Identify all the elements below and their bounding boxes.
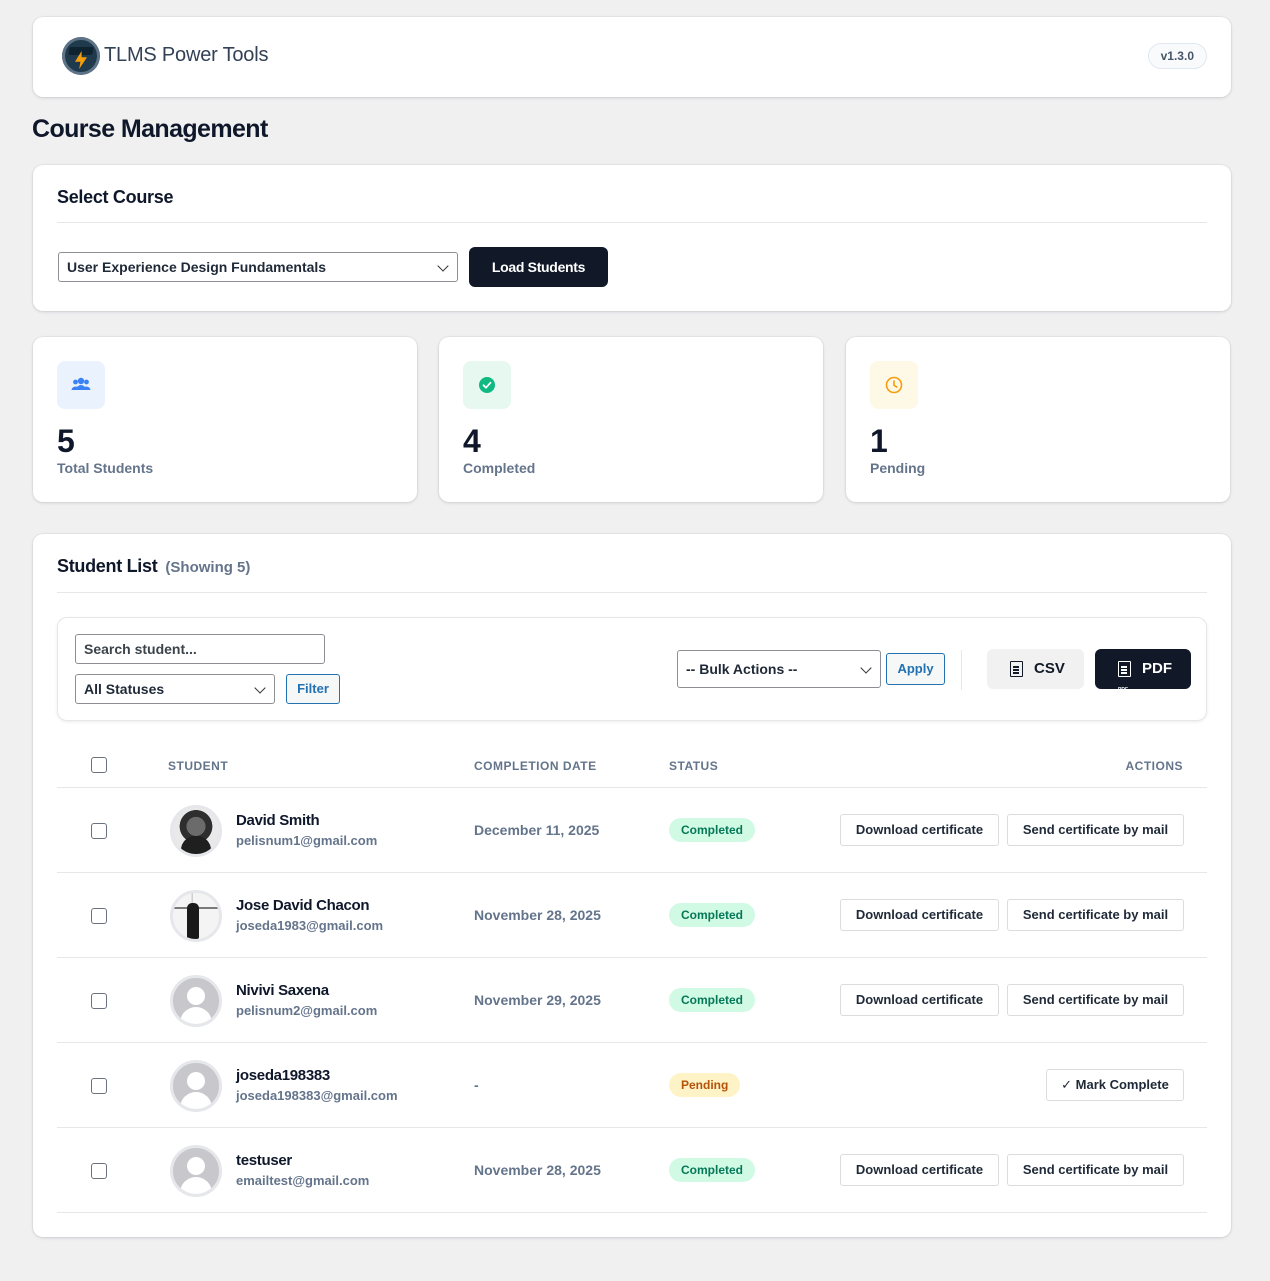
row-checkbox[interactable] (91, 1078, 107, 1094)
export-pdf-button[interactable]: PDF (1095, 649, 1191, 710)
status-filter-value: All Statuses (84, 681, 165, 697)
column-completion-date: COMPLETION DATE (474, 759, 597, 773)
send-certificate-mail-button[interactable]: Send certificate by mail (1007, 984, 1184, 1016)
avatar (170, 1145, 222, 1197)
completion-date: November 29, 2025 (474, 992, 601, 1008)
bulk-actions-value: -- Bulk Actions -- (686, 661, 798, 677)
table-row: Jose David Chacon joseda1983@gmail.com N… (57, 873, 1207, 958)
avatar (170, 805, 222, 857)
student-list-title: Student List (Showing 5) (57, 556, 250, 577)
course-select-value: User Experience Design Fundamentals (67, 259, 327, 275)
csv-label: CSV (1034, 660, 1065, 677)
student-name: Nivivi Saxena (236, 982, 329, 999)
stat-card-pending: 1 Pending (846, 337, 1230, 502)
csv-file-icon (1010, 661, 1023, 677)
column-actions: ACTIONS (1125, 759, 1183, 773)
student-list-heading: Student List (57, 556, 158, 576)
divider (57, 592, 1207, 593)
pending-value: 1 (870, 423, 888, 459)
student-name: Jose David Chacon (236, 897, 370, 914)
student-email: pelisnum1@gmail.com (236, 833, 378, 848)
table-row: joseda198383 joseda198383@gmail.com - Pe… (57, 1043, 1207, 1128)
load-students-button[interactable]: Load Students (469, 247, 608, 287)
divider (57, 222, 1207, 223)
row-checkbox[interactable] (91, 1163, 107, 1179)
stat-card-total: 5 Total Students (33, 337, 417, 502)
search-input[interactable]: Search student... (75, 634, 325, 664)
download-certificate-button[interactable]: Download certificate (840, 814, 999, 846)
page-title: Course Management (32, 115, 268, 143)
student-email: emailtest@gmail.com (236, 1173, 370, 1188)
select-all-checkbox[interactable] (91, 757, 107, 773)
completion-date: November 28, 2025 (474, 1162, 601, 1178)
total-students-label: Total Students (57, 460, 154, 476)
brand-name: TLMS Power Tools (104, 44, 269, 66)
avatar (170, 1060, 222, 1112)
toolbar-separator (961, 650, 962, 690)
student-name: David Smith (236, 812, 320, 829)
send-certificate-mail-button[interactable]: Send certificate by mail (1007, 814, 1184, 846)
column-student: STUDENT (168, 759, 229, 773)
list-toolbar: Search student... All Statuses Filter --… (57, 617, 1207, 721)
chevron-down-icon (437, 260, 449, 272)
send-certificate-mail-button[interactable]: Send certificate by mail (1007, 899, 1184, 931)
course-select[interactable]: User Experience Design Fundamentals (58, 252, 458, 282)
status-badge: Pending (669, 1073, 741, 1097)
users-icon (57, 361, 105, 409)
table-row: Nivivi Saxena pelisnum2@gmail.com Novemb… (57, 958, 1207, 1043)
table-row: David Smith pelisnum1@gmail.com December… (57, 788, 1207, 873)
pending-label: Pending (870, 460, 926, 476)
table-header: STUDENT COMPLETION DATE STATUS ACTIONS (57, 749, 1207, 788)
table-row: testuser emailtest@gmail.com November 28… (57, 1128, 1207, 1213)
filter-button[interactable]: Filter (286, 674, 340, 704)
app-header: TLMS Power Tools v1.3.0 (33, 17, 1231, 97)
export-csv-button[interactable]: CSV (987, 649, 1084, 689)
student-name: joseda198383 (236, 1067, 330, 1084)
select-course-panel: Select Course User Experience Design Fun… (33, 165, 1231, 311)
student-email: joseda1983@gmail.com (236, 918, 384, 933)
clock-icon (870, 361, 918, 409)
completion-date: - (474, 1077, 479, 1093)
select-course-title: Select Course (57, 187, 174, 207)
chevron-down-icon (254, 682, 266, 694)
apply-button[interactable]: Apply (886, 653, 945, 685)
avatar (170, 975, 222, 1027)
completion-date: November 28, 2025 (474, 907, 601, 923)
download-certificate-button[interactable]: Download certificate (840, 899, 999, 931)
showing-count: (Showing 5) (165, 559, 251, 576)
pdf-label: PDF (1142, 660, 1172, 677)
status-badge: Completed (669, 1158, 756, 1182)
completed-value: 4 (463, 423, 481, 459)
completed-label: Completed (463, 460, 536, 476)
row-checkbox[interactable] (91, 993, 107, 1009)
status-badge: Completed (669, 818, 756, 842)
version-badge: v1.3.0 (1147, 43, 1207, 69)
stat-card-completed: 4 Completed (439, 337, 823, 502)
avatar (170, 890, 222, 942)
completion-date: December 11, 2025 (474, 822, 600, 838)
tlms-logo-icon (62, 37, 100, 75)
chevron-down-icon (860, 662, 872, 674)
status-filter-select[interactable]: All Statuses (75, 674, 275, 704)
total-students-value: 5 (57, 423, 75, 459)
check-circle-icon (463, 361, 511, 409)
student-name: testuser (236, 1152, 292, 1169)
send-certificate-mail-button[interactable]: Send certificate by mail (1007, 1154, 1184, 1186)
status-badge: Completed (669, 988, 756, 1012)
status-badge: Completed (669, 903, 756, 927)
bulk-actions-select[interactable]: -- Bulk Actions -- (677, 650, 881, 688)
row-checkbox[interactable] (91, 823, 107, 839)
student-email: joseda198383@gmail.com (236, 1088, 398, 1103)
column-status: STATUS (669, 759, 719, 773)
pdf-file-icon (1118, 661, 1131, 710)
download-certificate-button[interactable]: Download certificate (840, 1154, 999, 1186)
student-list-panel: Student List (Showing 5) Search student..… (33, 534, 1231, 1237)
row-checkbox[interactable] (91, 908, 107, 924)
student-email: pelisnum2@gmail.com (236, 1003, 378, 1018)
mark-complete-button[interactable]: ✓ Mark Complete (1046, 1069, 1184, 1101)
download-certificate-button[interactable]: Download certificate (840, 984, 999, 1016)
